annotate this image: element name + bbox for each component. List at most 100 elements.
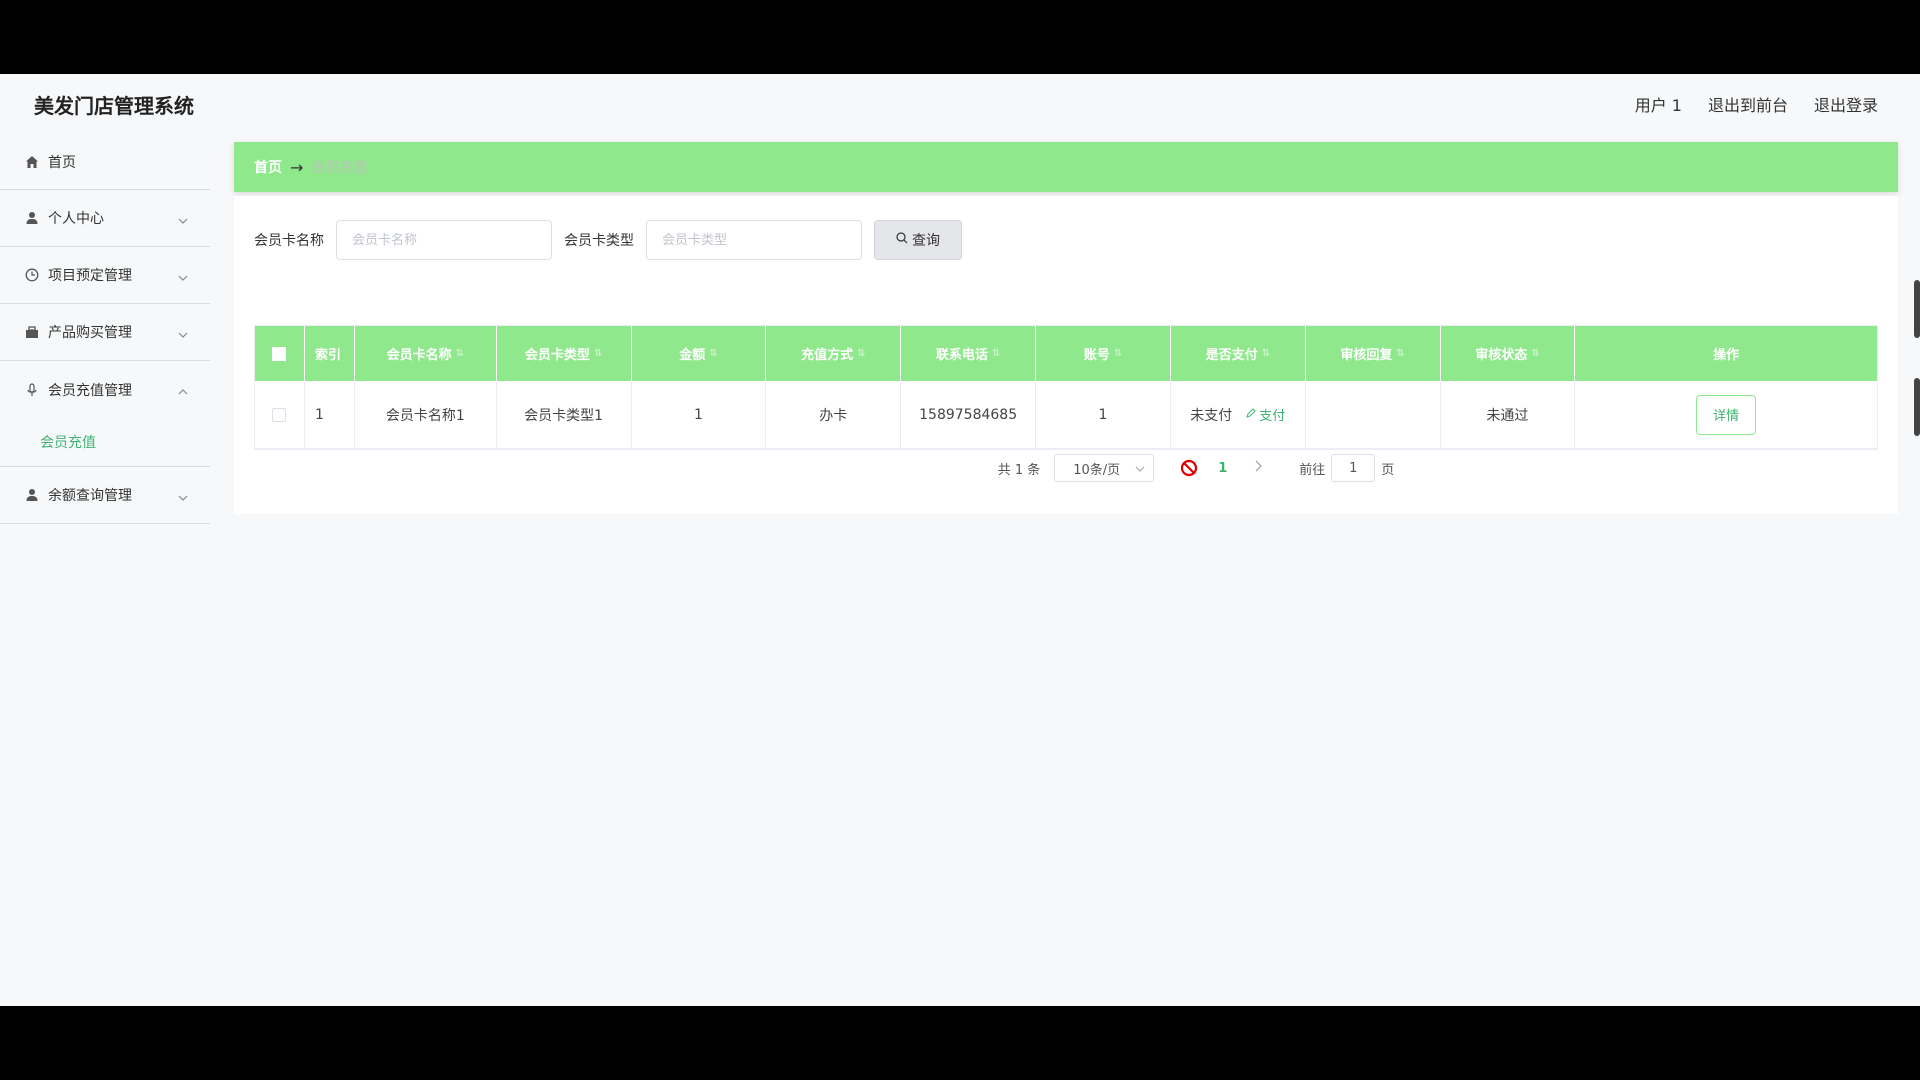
user-icon (24, 210, 40, 226)
briefcase-icon (24, 324, 40, 340)
submenu-item-recharge[interactable]: 会员充值 (0, 418, 210, 467)
cell-actions: 详情 (1575, 381, 1877, 448)
search-button-label: 查询 (912, 233, 940, 249)
select-all-checkbox[interactable] (272, 346, 287, 361)
breadcrumb-current: 会员充值 (311, 160, 368, 176)
search-icon (896, 232, 908, 248)
pagination: 共 1 条 10条/页 1 前往 页 (234, 454, 1898, 482)
card-type-input[interactable] (646, 220, 862, 260)
column-header[interactable]: 会员卡类型 ⇅ (497, 326, 632, 381)
cell-index: 1 (305, 381, 355, 448)
scrollbar-thumb[interactable] (1914, 280, 1920, 338)
home-icon (24, 154, 40, 170)
table-header: 索引 会员卡名称 ⇅ 会员卡类型 ⇅ 金额 ⇅ 充值方式 ⇅ 联系电话 ⇅ 账号 ⇅ 是否支… (255, 326, 1877, 381)
user-link[interactable]: 用户 1 (1635, 92, 1682, 116)
column-header[interactable]: 审核回复 ⇅ (1306, 326, 1441, 381)
table-row: 1 会员卡名称1 会员卡类型1 1 办卡 15897584685 1 未支付 支… (255, 381, 1877, 449)
recharge-table: 索引 会员卡名称 ⇅ 会员卡类型 ⇅ 金额 ⇅ 充值方式 ⇅ 联系电话 ⇅ 账号 ⇅ 是否支… (254, 325, 1878, 450)
sort-icon[interactable]: ⇅ (456, 348, 464, 359)
page-unit: 页 (1381, 462, 1395, 478)
paid-status: 未支付 (1190, 407, 1233, 424)
sidebar: 首页 个人中心 项目预定管理 产品购买管理 会员充值管理 会员充值 余额查询管理 (0, 134, 210, 1006)
column-header: 操作 (1713, 348, 1740, 363)
search-form: 会员卡名称 会员卡类型 查询 (254, 220, 962, 260)
cell-method: 办卡 (766, 381, 902, 448)
sidebar-item-home[interactable]: 首页 (0, 134, 210, 190)
goto-label: 前往 (1299, 462, 1326, 478)
sidebar-item-label: 产品购买管理 (48, 325, 132, 341)
column-header[interactable]: 账号 ⇅ (1036, 326, 1171, 381)
column-header[interactable]: 会员卡名称 ⇅ (355, 326, 497, 381)
sort-icon[interactable]: ⇅ (1262, 348, 1270, 359)
pay-button[interactable]: 支付 (1246, 405, 1285, 424)
sidebar-item-purchase[interactable]: 产品购买管理 (0, 304, 210, 361)
sidebar-item-balance[interactable]: 余额查询管理 (0, 467, 210, 524)
column-header[interactable]: 充值方式 ⇅ (766, 326, 902, 381)
column-header[interactable]: 是否支付 ⇅ (1171, 326, 1306, 381)
page-size-select[interactable]: 10条/页 (1054, 454, 1155, 482)
next-page-icon[interactable] (1255, 460, 1263, 476)
page-size-value: 10条/页 (1073, 462, 1121, 478)
breadcrumb-arrow: → (290, 157, 304, 177)
column-header[interactable]: 金额 ⇅ (632, 326, 767, 381)
cell-amount: 1 (632, 381, 767, 448)
card-name-label: 会员卡名称 (254, 233, 324, 249)
chevron-down-icon (178, 212, 188, 228)
to-front-link[interactable]: 退出到前台 (1708, 92, 1788, 116)
user-icon (24, 487, 40, 503)
sidebar-item-personal[interactable]: 个人中心 (0, 190, 210, 247)
chevron-down-icon (1135, 461, 1145, 476)
column-header: 索引 (305, 326, 355, 381)
app-window: 美发门店管理系统 用户 1 退出到前台 退出登录 首页 个人中心 项目预定管理 … (0, 74, 1920, 1006)
scrollbar-thumb[interactable] (1914, 378, 1920, 436)
cell-card-type: 会员卡类型1 (497, 381, 632, 448)
app-title: 美发门店管理系统 (34, 94, 194, 118)
sort-icon[interactable]: ⇅ (594, 348, 602, 359)
column-header[interactable]: 审核状态 ⇅ (1441, 326, 1576, 381)
chevron-down-icon (178, 489, 188, 505)
cell-card-name: 会员卡名称1 (355, 381, 497, 448)
page-number[interactable]: 1 (1218, 461, 1227, 476)
header: 美发门店管理系统 用户 1 退出到前台 退出登录 (0, 74, 1920, 134)
chevron-down-icon (178, 326, 188, 342)
cell-paid: 未支付 支付 (1171, 381, 1306, 448)
logout-link[interactable]: 退出登录 (1814, 92, 1878, 116)
detail-button[interactable]: 详情 (1696, 394, 1757, 435)
prev-page-disabled-icon[interactable] (1180, 459, 1198, 477)
breadcrumb-home[interactable]: 首页 (254, 157, 282, 177)
chevron-down-icon (178, 269, 188, 285)
main-content: 首页 → 会员充值 会员卡名称 会员卡类型 查询 索引 (234, 142, 1898, 514)
search-button[interactable]: 查询 (874, 220, 962, 260)
cell-phone: 15897584685 (901, 381, 1037, 448)
sidebar-item-recharge[interactable]: 会员充值管理 (0, 361, 210, 418)
microphone-icon (24, 382, 40, 398)
card-name-input[interactable] (336, 220, 552, 260)
sidebar-item-label: 个人中心 (48, 211, 104, 227)
cell-account: 1 (1036, 381, 1171, 448)
letterbox-top (0, 0, 1920, 74)
list-panel: 会员卡名称 会员卡类型 查询 索引 会员卡名称⇅ 会员卡类型⇅ 金额⇅ (234, 196, 1898, 514)
sidebar-item-booking[interactable]: 项目预定管理 (0, 247, 210, 304)
goto-page-input[interactable] (1331, 454, 1376, 482)
card-type-label: 会员卡类型 (564, 233, 634, 249)
pay-button-label: 支付 (1259, 409, 1286, 424)
row-checkbox[interactable] (272, 407, 287, 422)
edit-icon (1246, 407, 1256, 422)
row-checkbox-cell (255, 381, 305, 448)
sidebar-item-label: 项目预定管理 (48, 268, 132, 284)
cell-reply (1306, 381, 1441, 448)
sort-icon[interactable]: ⇅ (1531, 348, 1539, 359)
chevron-up-icon (178, 383, 188, 399)
pagination-total: 共 1 条 (997, 462, 1041, 478)
sort-icon[interactable]: ⇅ (1396, 348, 1404, 359)
sort-icon[interactable]: ⇅ (992, 348, 1000, 359)
sort-icon[interactable]: ⇅ (857, 348, 865, 359)
sort-icon[interactable]: ⇅ (1114, 348, 1122, 359)
clock-icon (24, 267, 40, 283)
sidebar-item-label: 首页 (48, 154, 76, 171)
sort-icon[interactable]: ⇅ (709, 348, 717, 359)
column-header[interactable]: 联系电话 ⇅ (901, 326, 1037, 381)
sidebar-item-label: 会员充值管理 (48, 382, 132, 399)
header-links: 用户 1 退出到前台 退出登录 (1635, 92, 1878, 116)
cell-status: 未通过 (1441, 381, 1576, 448)
